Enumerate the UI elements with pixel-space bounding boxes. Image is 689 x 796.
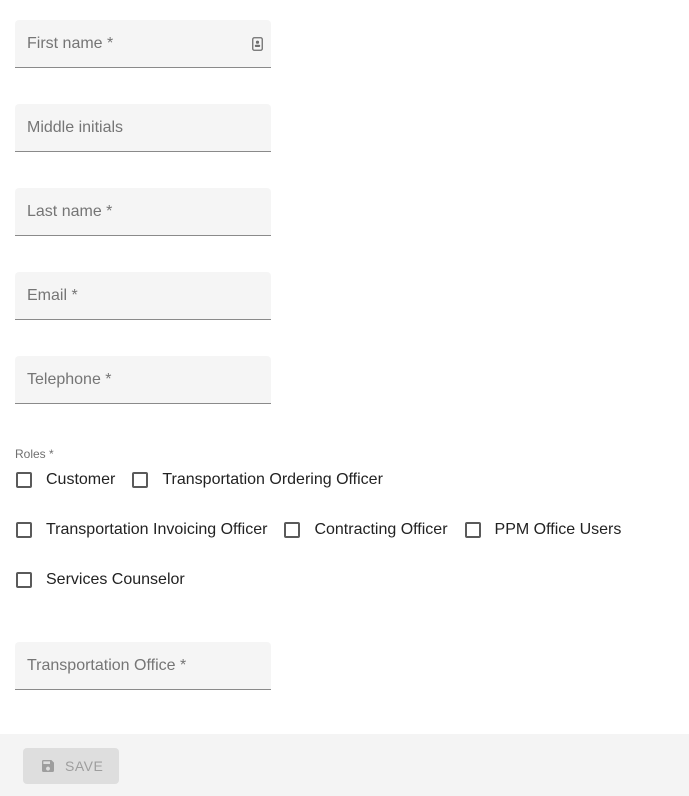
transportation-office-field[interactable]: [15, 642, 271, 690]
role-checkbox-customer[interactable]: Customer: [15, 471, 115, 489]
role-label-contracting-officer: Contracting Officer: [314, 521, 448, 538]
form-toolbar: SAVE: [0, 734, 689, 796]
role-checkbox-transportation-ordering-officer[interactable]: Transportation Ordering Officer: [131, 471, 383, 489]
middle-initials-input[interactable]: [15, 104, 271, 151]
roles-row-1: Customer Transportation Ordering Officer: [15, 468, 399, 492]
email-field[interactable]: [15, 272, 271, 320]
role-label-ppm-office-users: PPM Office Users: [494, 521, 622, 538]
user-create-form: Roles * Customer Transportation Ordering…: [0, 0, 689, 796]
checkbox-box[interactable]: [16, 522, 32, 538]
save-button[interactable]: SAVE: [23, 748, 119, 784]
role-checkbox-transportation-invoicing-officer[interactable]: Transportation Invoicing Officer: [15, 521, 267, 539]
role-checkbox-contracting-officer[interactable]: Contracting Officer: [283, 521, 448, 539]
transportation-office-input[interactable]: [15, 642, 271, 689]
roles-label: Roles *: [15, 447, 54, 461]
checkbox-box[interactable]: [464, 522, 481, 538]
role-checkbox-services-counselor[interactable]: Services Counselor: [15, 571, 185, 589]
first-name-input[interactable]: [15, 20, 271, 67]
telephone-field[interactable]: [15, 356, 271, 404]
checkbox-box[interactable]: [284, 522, 301, 538]
role-label-customer: Customer: [46, 471, 116, 488]
checkbox-box[interactable]: [132, 472, 149, 488]
last-name-field[interactable]: [15, 188, 271, 236]
first-name-field[interactable]: [15, 20, 271, 68]
checkbox-box[interactable]: [16, 572, 32, 588]
role-label-transportation-invoicing-officer: Transportation Invoicing Officer: [46, 521, 268, 538]
role-label-transportation-ordering-officer: Transportation Ordering Officer: [162, 471, 383, 488]
floppy-disk-icon: [42, 760, 54, 772]
roles-row-2: Transportation Invoicing Officer Contrac…: [15, 518, 637, 542]
save-button-label: SAVE: [65, 758, 104, 774]
last-name-input[interactable]: [15, 188, 271, 235]
role-checkbox-ppm-office-users[interactable]: PPM Office Users: [464, 521, 622, 539]
role-label-services-counselor: Services Counselor: [46, 571, 185, 588]
email-input[interactable]: [15, 272, 271, 319]
roles-row-3: Services Counselor: [15, 568, 201, 592]
telephone-input[interactable]: [15, 356, 271, 403]
middle-initials-field[interactable]: [15, 104, 271, 152]
checkbox-box[interactable]: [16, 472, 32, 488]
